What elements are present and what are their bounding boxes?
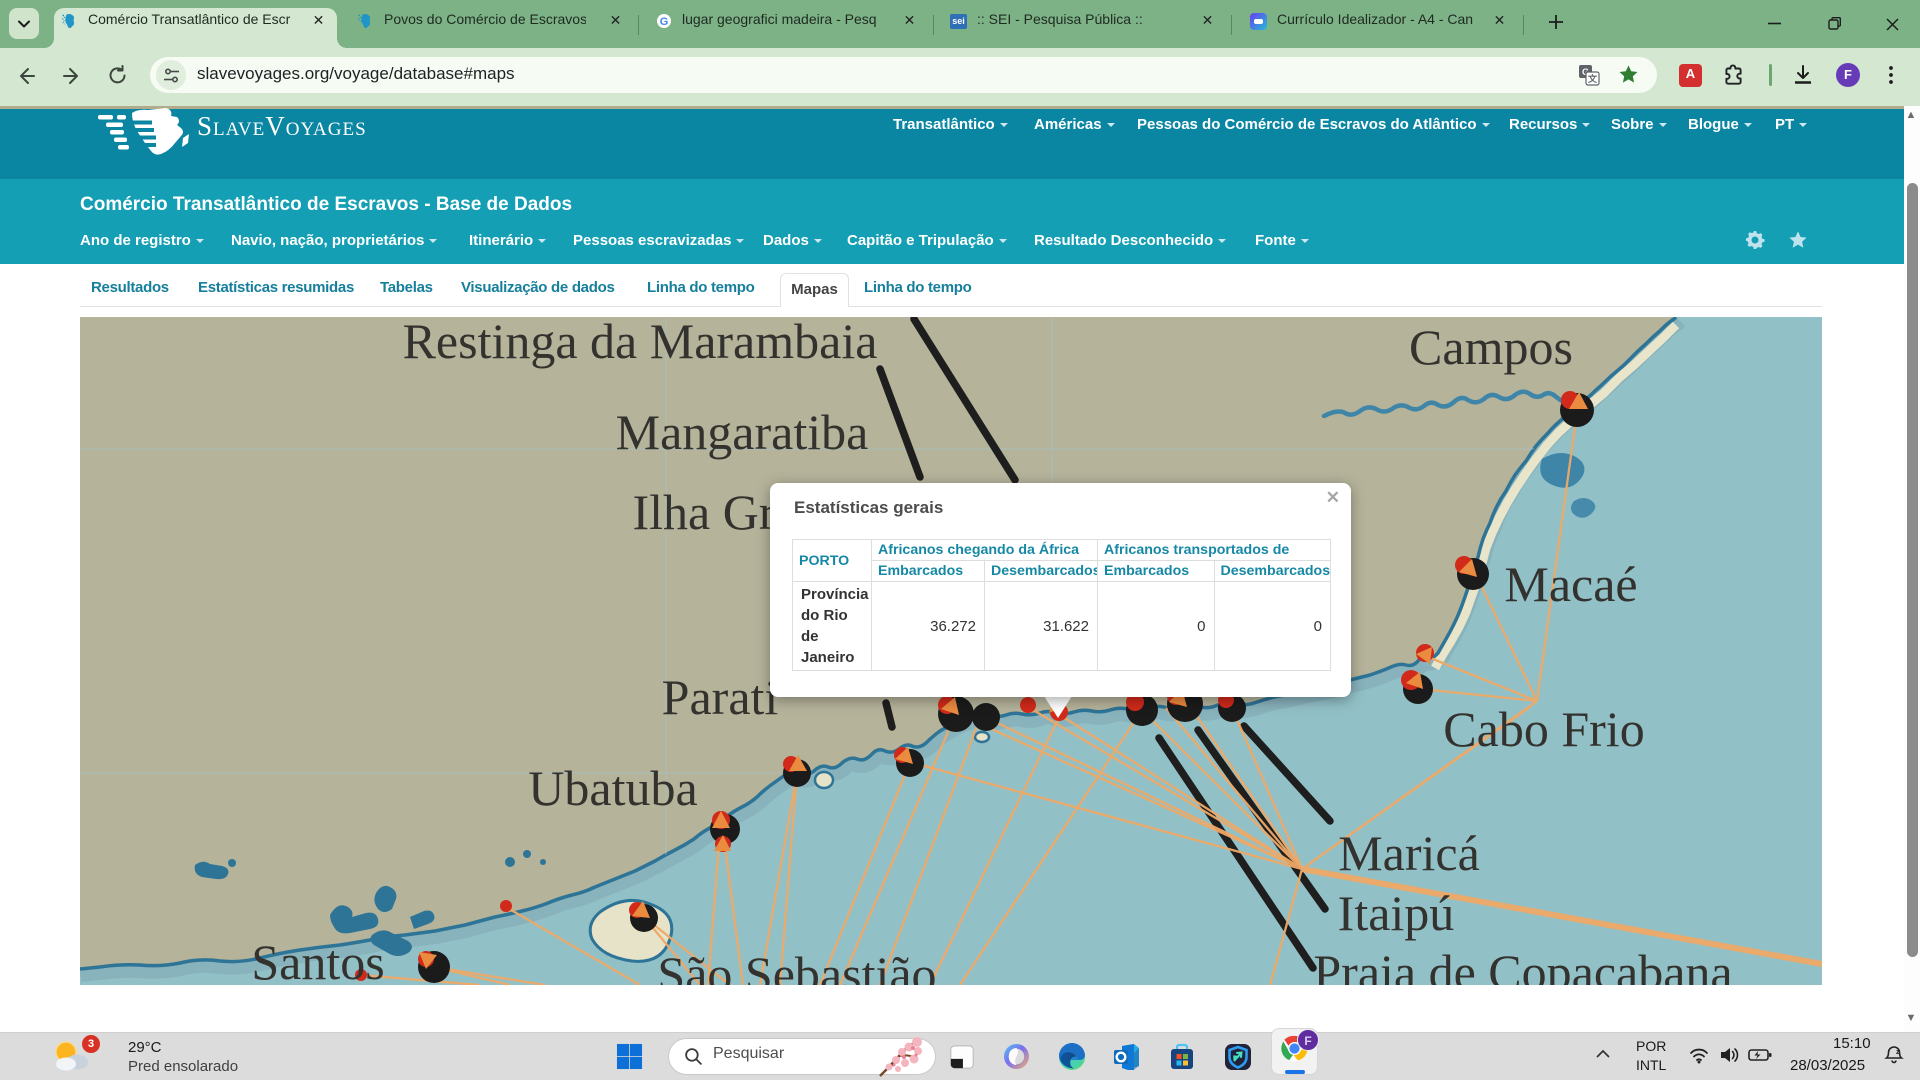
svg-text:Ilha Gr: Ilha Gr (633, 484, 776, 540)
svg-text:Maricá: Maricá (1338, 825, 1480, 881)
svg-text:Macaé: Macaé (1504, 556, 1637, 612)
svg-text:São Sebastião: São Sebastião (657, 946, 936, 985)
svg-text:Praia de Copacabana: Praia de Copacabana (1313, 944, 1732, 985)
svg-text:Cabo Frio: Cabo Frio (1443, 701, 1644, 757)
svg-text:Santos: Santos (251, 934, 384, 985)
svg-text:G: G (660, 16, 669, 28)
svg-text:Itaipú: Itaipú (1338, 885, 1455, 941)
svg-text:Restinga da Marambaia: Restinga da Marambaia (403, 317, 878, 369)
svg-text:Campos: Campos (1409, 319, 1573, 375)
svg-text:Ubatuba: Ubatuba (528, 760, 697, 816)
svg-text:Mangaratiba: Mangaratiba (616, 404, 869, 460)
svg-text:z: z (1896, 1049, 1900, 1056)
svg-text:Parati: Parati (662, 669, 779, 725)
svg-text:文: 文 (1587, 73, 1598, 84)
